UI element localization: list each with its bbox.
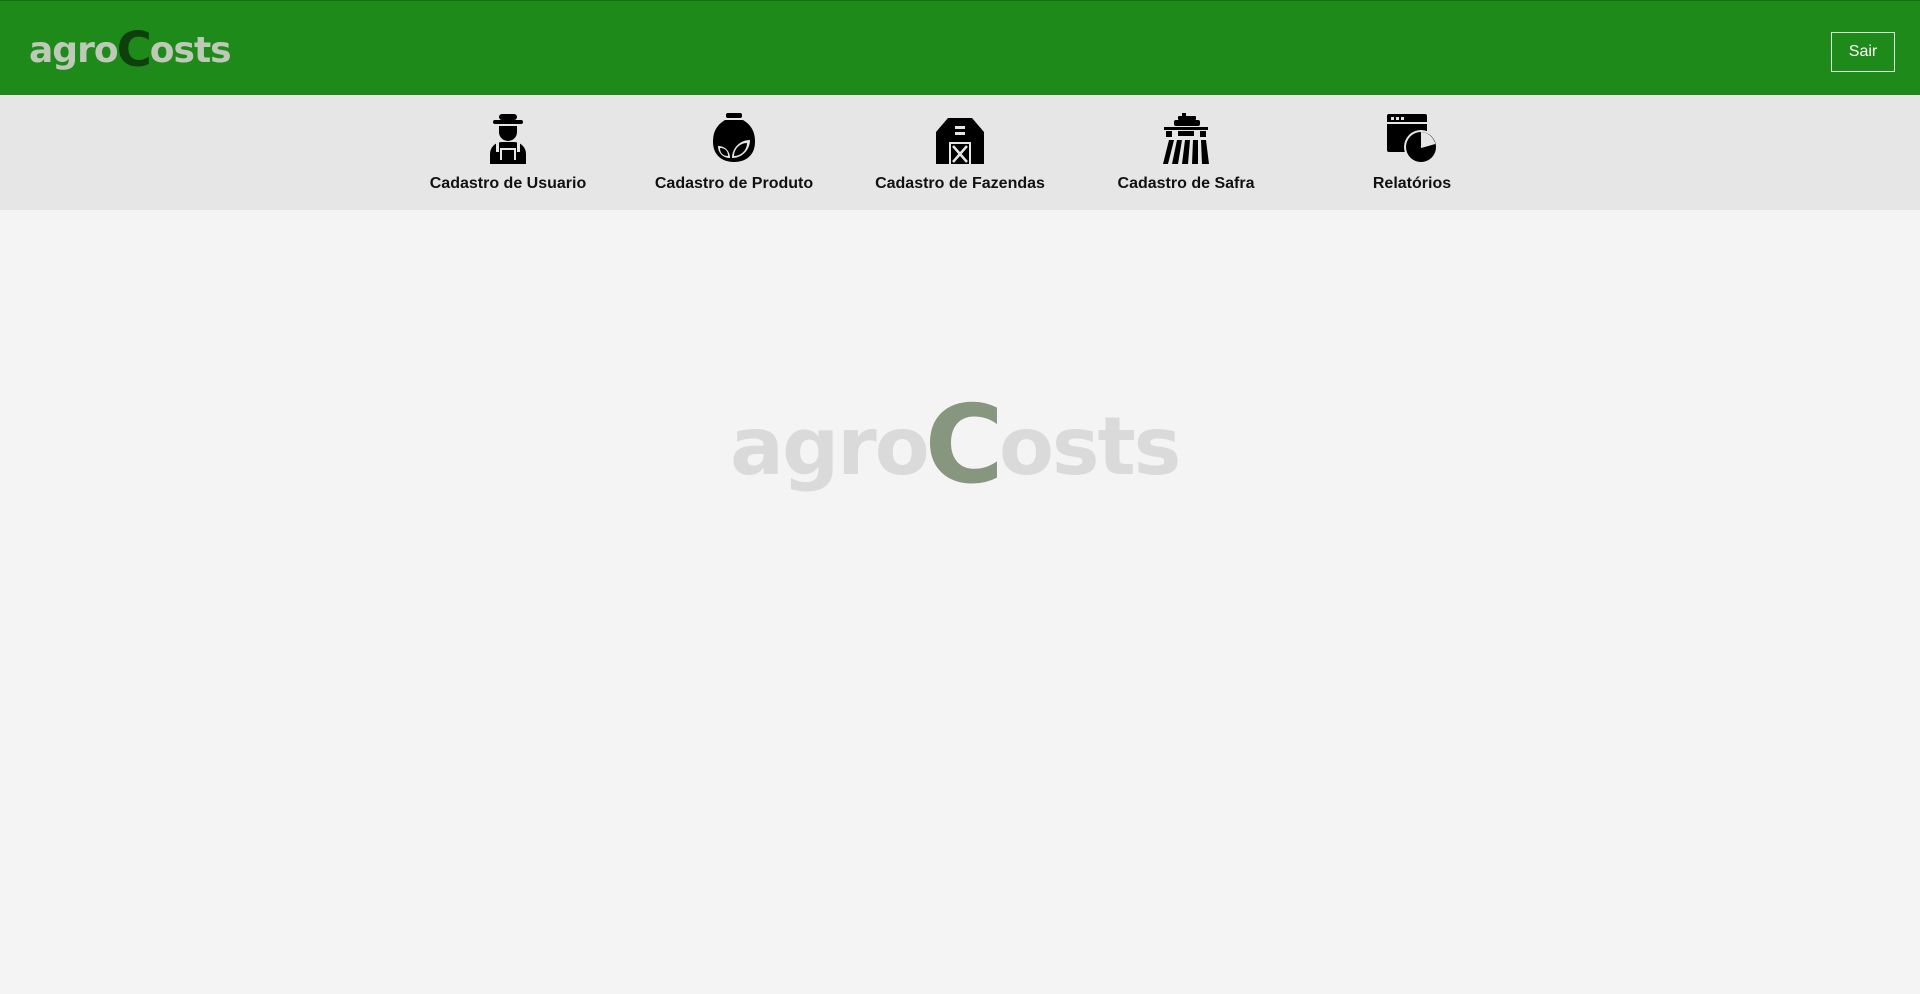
- logout-button[interactable]: Sair: [1831, 32, 1895, 72]
- watermark-text-agro: agro: [730, 399, 930, 493]
- brand-logo[interactable]: agro Costs: [29, 22, 232, 78]
- barn-icon: [936, 118, 984, 164]
- nav-label: Relatórios: [1372, 175, 1452, 192]
- brand-text-agro: agro: [29, 29, 119, 71]
- main-nav: Cadastro de Usuario Cadastro de Produto …: [0, 95, 1920, 210]
- nav-item-cadastro-fazendas[interactable]: Cadastro de Fazendas: [860, 95, 1060, 210]
- report-chart-icon: [1387, 114, 1438, 164]
- watermark-text-osts: osts: [998, 399, 1181, 493]
- brand-letter-c: C: [116, 22, 152, 78]
- nav-item-cadastro-usuario[interactable]: Cadastro de Usuario: [408, 95, 608, 210]
- nav-item-relatorios[interactable]: Relatórios: [1312, 95, 1512, 210]
- nav-item-cadastro-safra[interactable]: Cadastro de Safra: [1086, 95, 1286, 210]
- nav-label: Cadastro de Fazendas: [875, 175, 1045, 192]
- tractor-field-icon: [1163, 113, 1209, 164]
- brand-text-osts: osts: [149, 29, 232, 71]
- watermark-letter-c: C: [924, 383, 1004, 508]
- center-logo-watermark: agro Costs: [730, 392, 1181, 500]
- nav-label: Cadastro de Safra: [1117, 175, 1255, 192]
- top-bar: agro Costs Sair: [0, 0, 1920, 95]
- seed-bag-icon: [713, 113, 755, 162]
- farmer-icon: [490, 114, 526, 164]
- nav-label: Cadastro de Usuario: [429, 175, 587, 192]
- nav-item-cadastro-produto[interactable]: Cadastro de Produto: [634, 95, 834, 210]
- nav-label: Cadastro de Produto: [654, 175, 814, 192]
